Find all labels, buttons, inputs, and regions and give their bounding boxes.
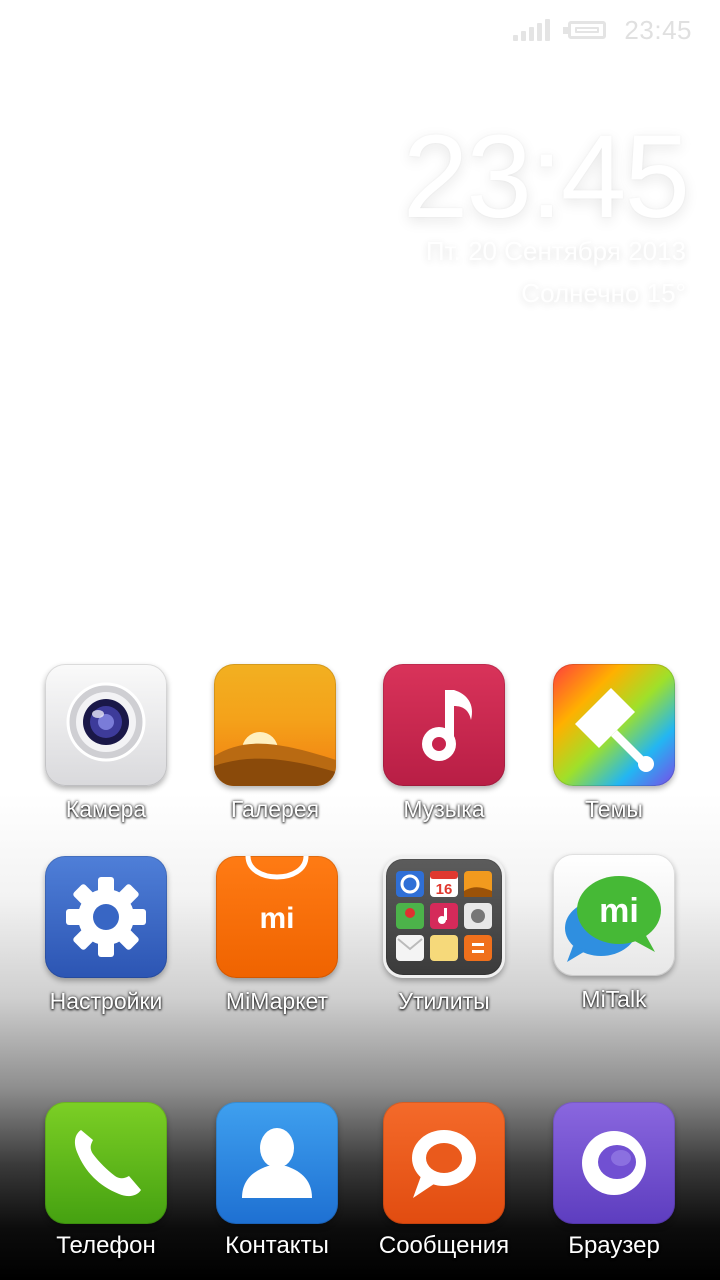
browser-ring-icon[interactable] — [553, 1102, 675, 1224]
app-label: Настройки — [49, 988, 163, 1014]
app-themes[interactable]: Темы — [529, 664, 699, 823]
paintbrush-icon[interactable] — [553, 664, 675, 786]
app-label: Камера — [65, 796, 147, 822]
svg-text:mi: mi — [259, 902, 294, 935]
app-settings[interactable]: Настройки — [21, 856, 191, 1015]
battery-icon — [563, 21, 607, 39]
app-music[interactable]: Музыка — [359, 664, 529, 823]
app-label: MiTalk — [581, 986, 647, 1012]
app-mimarket[interactable]: mi MiМаркет — [192, 856, 362, 1015]
app-label: Темы — [585, 796, 643, 822]
clock-time[interactable]: 23:45 — [403, 118, 690, 236]
app-label: Телефон — [56, 1232, 156, 1259]
folder-icon[interactable]: 16 — [383, 856, 505, 978]
weather-text: Солнечно 15° — [521, 278, 686, 308]
chat-bubble-icon[interactable]: mi — [553, 854, 675, 976]
gallery-icon[interactable] — [214, 664, 336, 786]
person-icon[interactable] — [216, 1102, 338, 1224]
app-label: Браузер — [568, 1232, 660, 1259]
app-camera[interactable]: Камера — [21, 664, 191, 823]
shopping-bag-icon[interactable]: mi — [216, 856, 338, 978]
clock-date: Пт. 20 Сентября 2013 — [425, 236, 686, 266]
music-note-icon[interactable] — [383, 664, 505, 786]
app-label: Контакты — [225, 1232, 329, 1259]
camera-icon[interactable] — [45, 664, 167, 786]
message-bubble-icon[interactable] — [383, 1102, 505, 1224]
dock-messages[interactable]: Сообщения — [359, 1102, 529, 1260]
svg-text:mi: mi — [599, 892, 639, 930]
svg-text:16: 16 — [436, 881, 453, 898]
gear-icon[interactable] — [45, 856, 167, 978]
dock-browser[interactable]: Браузер — [529, 1102, 699, 1260]
app-mitalk[interactable]: mi MiTalk — [529, 854, 699, 1013]
app-label: Сообщения — [378, 1232, 510, 1259]
phone-icon[interactable] — [45, 1102, 167, 1224]
app-label: Музыка — [403, 796, 485, 822]
status-bar: 23:45 — [513, 10, 692, 50]
dock-contacts[interactable]: Контакты — [192, 1102, 362, 1260]
app-label: MiМаркет — [225, 988, 329, 1014]
app-label: Галерея — [230, 796, 320, 822]
app-gallery[interactable]: Галерея — [190, 664, 360, 823]
status-time: 23:45 — [624, 14, 692, 45]
signal-icon — [513, 19, 551, 41]
app-utilities-folder[interactable]: 16 Утилиты — [359, 856, 529, 1015]
app-label: Утилиты — [398, 988, 490, 1014]
dock-phone[interactable]: Телефон — [21, 1102, 191, 1260]
